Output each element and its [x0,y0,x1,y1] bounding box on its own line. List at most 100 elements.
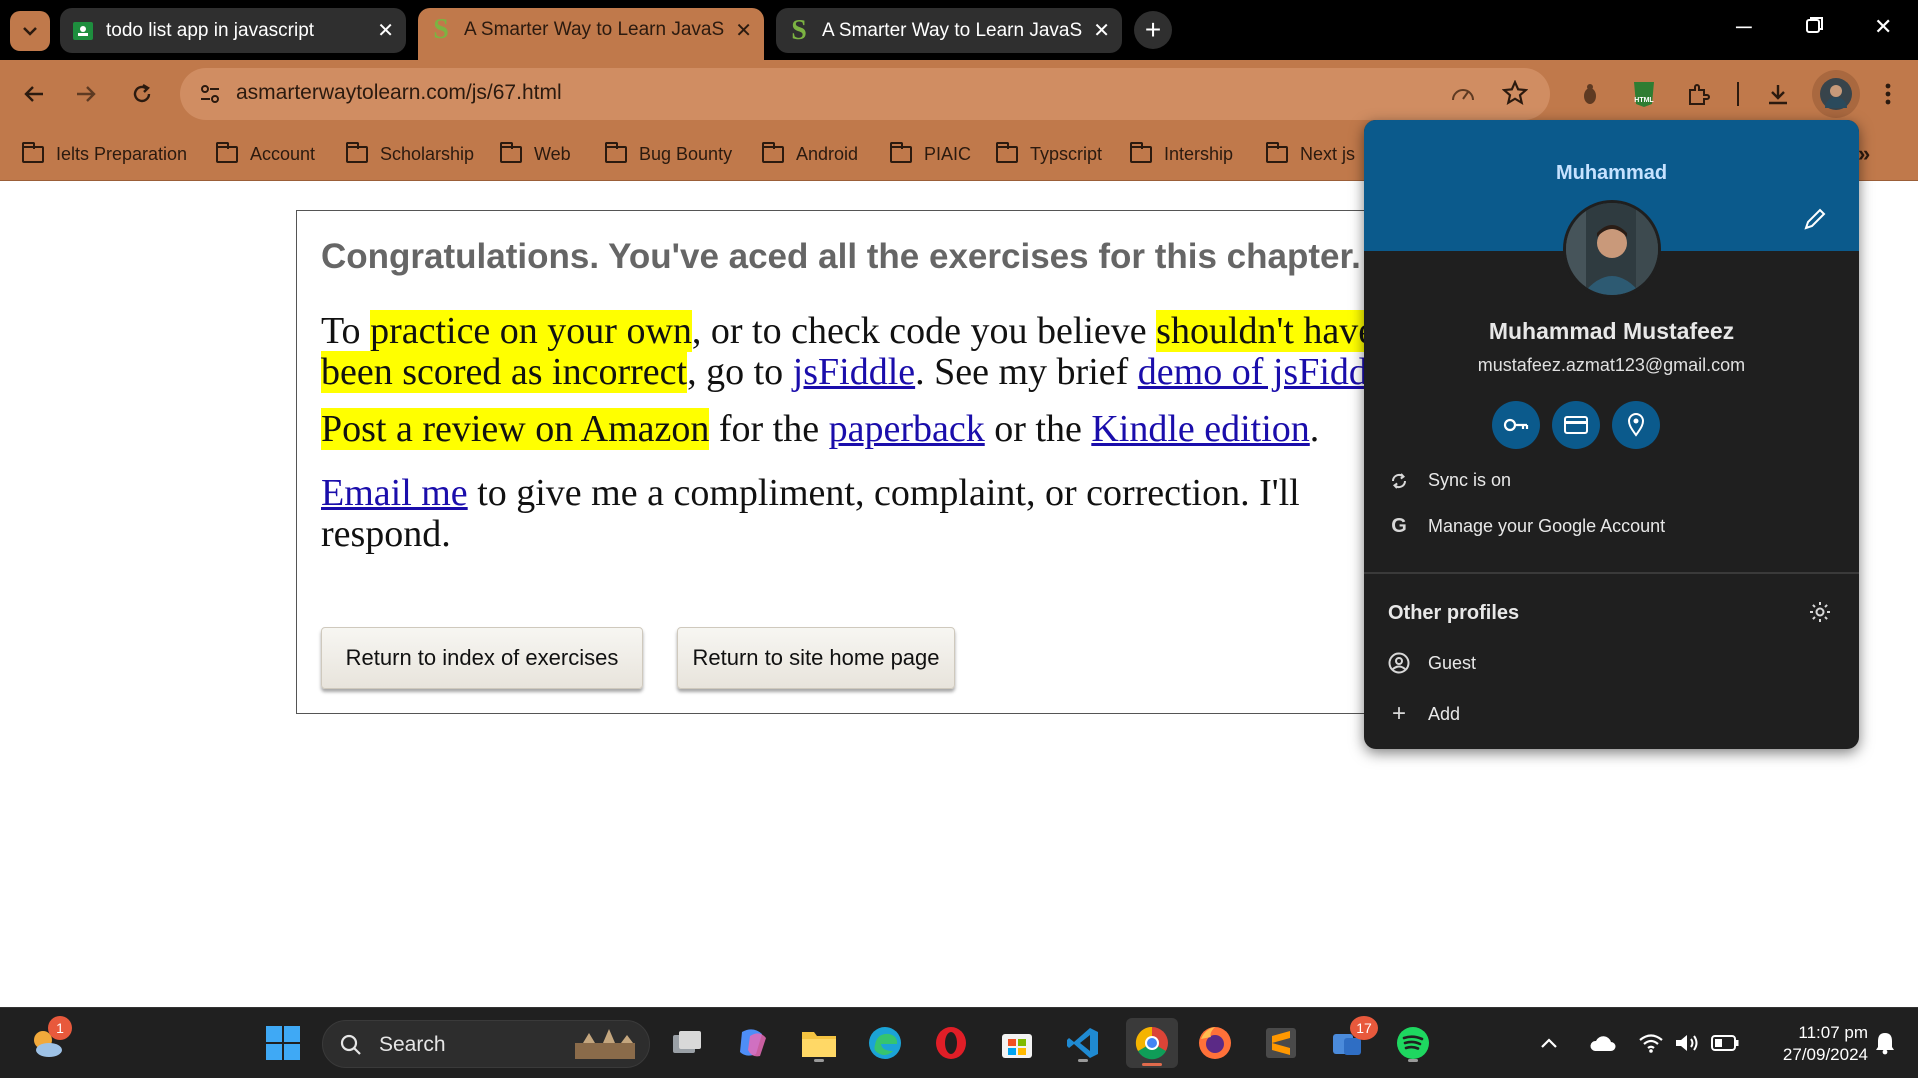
reload-button[interactable] [124,76,160,112]
extensions-puzzle-icon[interactable] [1680,76,1716,112]
tab-todo[interactable]: todo list app in javascript ✕ [60,8,406,53]
running-indicator [1078,1059,1088,1062]
search-highlight-icon [575,1029,635,1059]
sync-label: Sync is on [1428,470,1512,490]
system-clock[interactable]: 11:07 pm 27/09/2024 [1758,1022,1868,1066]
text: or the [984,408,1092,450]
copilot-app[interactable] [732,1022,774,1064]
demo-link[interactable]: demo of jsFiddle [1138,351,1396,393]
toolbar: asmarterwaytolearn.com/js/67.html HTML [0,60,1918,128]
close-window-button[interactable]: ✕ [1874,14,1892,40]
jsfiddle-link[interactable]: jsFiddle [793,351,915,393]
spotify-app[interactable] [1392,1022,1434,1064]
address-bar[interactable]: asmarterwaytolearn.com/js/67.html [180,68,1550,120]
onedrive-tray[interactable] [1586,1022,1620,1064]
vscode-icon [1067,1028,1098,1058]
paperback-link[interactable]: paperback [829,408,985,450]
edit-pencil-icon[interactable] [1802,206,1828,232]
restore-icon [1806,17,1823,33]
arrow-left-icon [24,86,43,102]
running-indicator [814,1059,824,1062]
bookmark-folder[interactable]: Next js [1266,140,1355,168]
smarter-way-icon: S [433,14,449,45]
menu-kebab-icon[interactable] [1870,76,1906,112]
start-button[interactable] [262,1022,304,1064]
google-g-icon: G [1391,515,1407,537]
add-profile[interactable]: + Add [1388,700,1460,728]
kindle-link[interactable]: Kindle edition [1091,408,1309,450]
manage-google-account[interactable]: G Manage your Google Account [1388,515,1665,538]
bookmark-folder[interactable]: Ielts Preparation [22,140,187,168]
close-icon[interactable]: ✕ [735,18,752,43]
bookmark-folder[interactable]: Intership [1130,140,1233,168]
extension-bug-icon[interactable] [1572,76,1608,112]
tab-smarter-way[interactable]: S A Smarter Way to Learn JavaScr ✕ [776,8,1122,53]
chrome-icon [1135,1026,1168,1060]
bookmark-star-icon[interactable] [1502,80,1528,106]
file-explorer-app[interactable] [798,1022,840,1064]
teams-app[interactable]: 17 [1326,1016,1378,1064]
edge-app[interactable] [864,1022,906,1064]
more-bookmarks-icon[interactable]: » [1858,140,1870,168]
bookmark-folder[interactable]: Typscript [996,140,1102,168]
bookmark-label: Intership [1164,143,1234,164]
payment-methods-button[interactable] [1552,401,1600,449]
bookmark-folder[interactable]: Bug Bounty [605,140,732,168]
bookmark-folder[interactable]: PIAIC [890,140,971,168]
tray-overflow-button[interactable] [1534,1022,1564,1064]
microsoft-store-app[interactable] [996,1022,1038,1064]
bookmark-folder[interactable]: Android [762,140,858,168]
restore-button[interactable] [1806,14,1824,40]
profile-button[interactable] [1812,70,1860,118]
notifications-button[interactable] [1868,1022,1902,1064]
forward-button[interactable] [68,76,104,112]
close-icon[interactable]: ✕ [1093,18,1110,43]
return-home-button[interactable]: Return to site home page [677,627,955,689]
folder-icon [346,141,368,163]
running-indicator [1408,1059,1418,1062]
tab-search-button[interactable] [10,11,50,51]
bookmark-folder[interactable]: Scholarship [346,140,474,168]
text: to give me a compliment, complaint, or c… [467,472,1300,514]
return-index-button[interactable]: Return to index of exercises [321,627,643,689]
addresses-button[interactable] [1612,401,1660,449]
active-indicator [1142,1063,1162,1066]
task-view-button[interactable] [666,1022,708,1064]
wifi-tray[interactable] [1636,1022,1666,1064]
taskbar-search[interactable]: Search [322,1020,650,1068]
opera-app[interactable] [930,1022,972,1064]
folder-icon [1130,141,1152,163]
bookmark-label: PIAIC [924,143,972,164]
reload-icon [133,83,151,103]
folder-icon [22,141,44,163]
profile-email: mustafeez.azmat123@gmail.com [1477,355,1746,375]
paragraph-review: Post a review on Amazon for the paperbac… [321,408,1319,450]
sublime-app[interactable] [1260,1022,1302,1064]
opera-icon [936,1027,966,1059]
extension-html-icon[interactable]: HTML [1626,76,1662,112]
bookmark-label: Android [796,143,859,164]
downloads-icon[interactable] [1760,76,1796,112]
volume-tray[interactable] [1672,1022,1702,1064]
minimize-button[interactable]: ─ [1736,14,1752,40]
battery-tray[interactable] [1708,1022,1742,1064]
chrome-app-active[interactable] [1126,1018,1178,1068]
close-icon[interactable]: ✕ [377,18,394,43]
sync-status[interactable]: Sync is on [1388,470,1511,491]
guest-profile[interactable]: Guest [1388,652,1476,674]
folder-icon [890,141,912,163]
site-settings-icon[interactable] [198,82,222,106]
performance-icon[interactable] [1450,82,1476,106]
passwords-button[interactable] [1492,401,1540,449]
folder-icon [500,141,522,163]
gear-icon[interactable] [1808,600,1832,624]
email-link[interactable]: Email me [321,472,468,514]
firefox-app[interactable] [1194,1022,1236,1064]
bookmark-folder[interactable]: Web [500,140,571,168]
tab-smarter-way-active[interactable]: S A Smarter Way to Learn JavaScr ✕ [418,8,764,60]
weather-widget[interactable]: 1 [26,1016,72,1064]
back-button[interactable] [16,76,52,112]
vscode-app[interactable] [1062,1022,1104,1064]
bookmark-folder[interactable]: Account [216,140,315,168]
new-tab-button[interactable]: + [1134,11,1172,49]
